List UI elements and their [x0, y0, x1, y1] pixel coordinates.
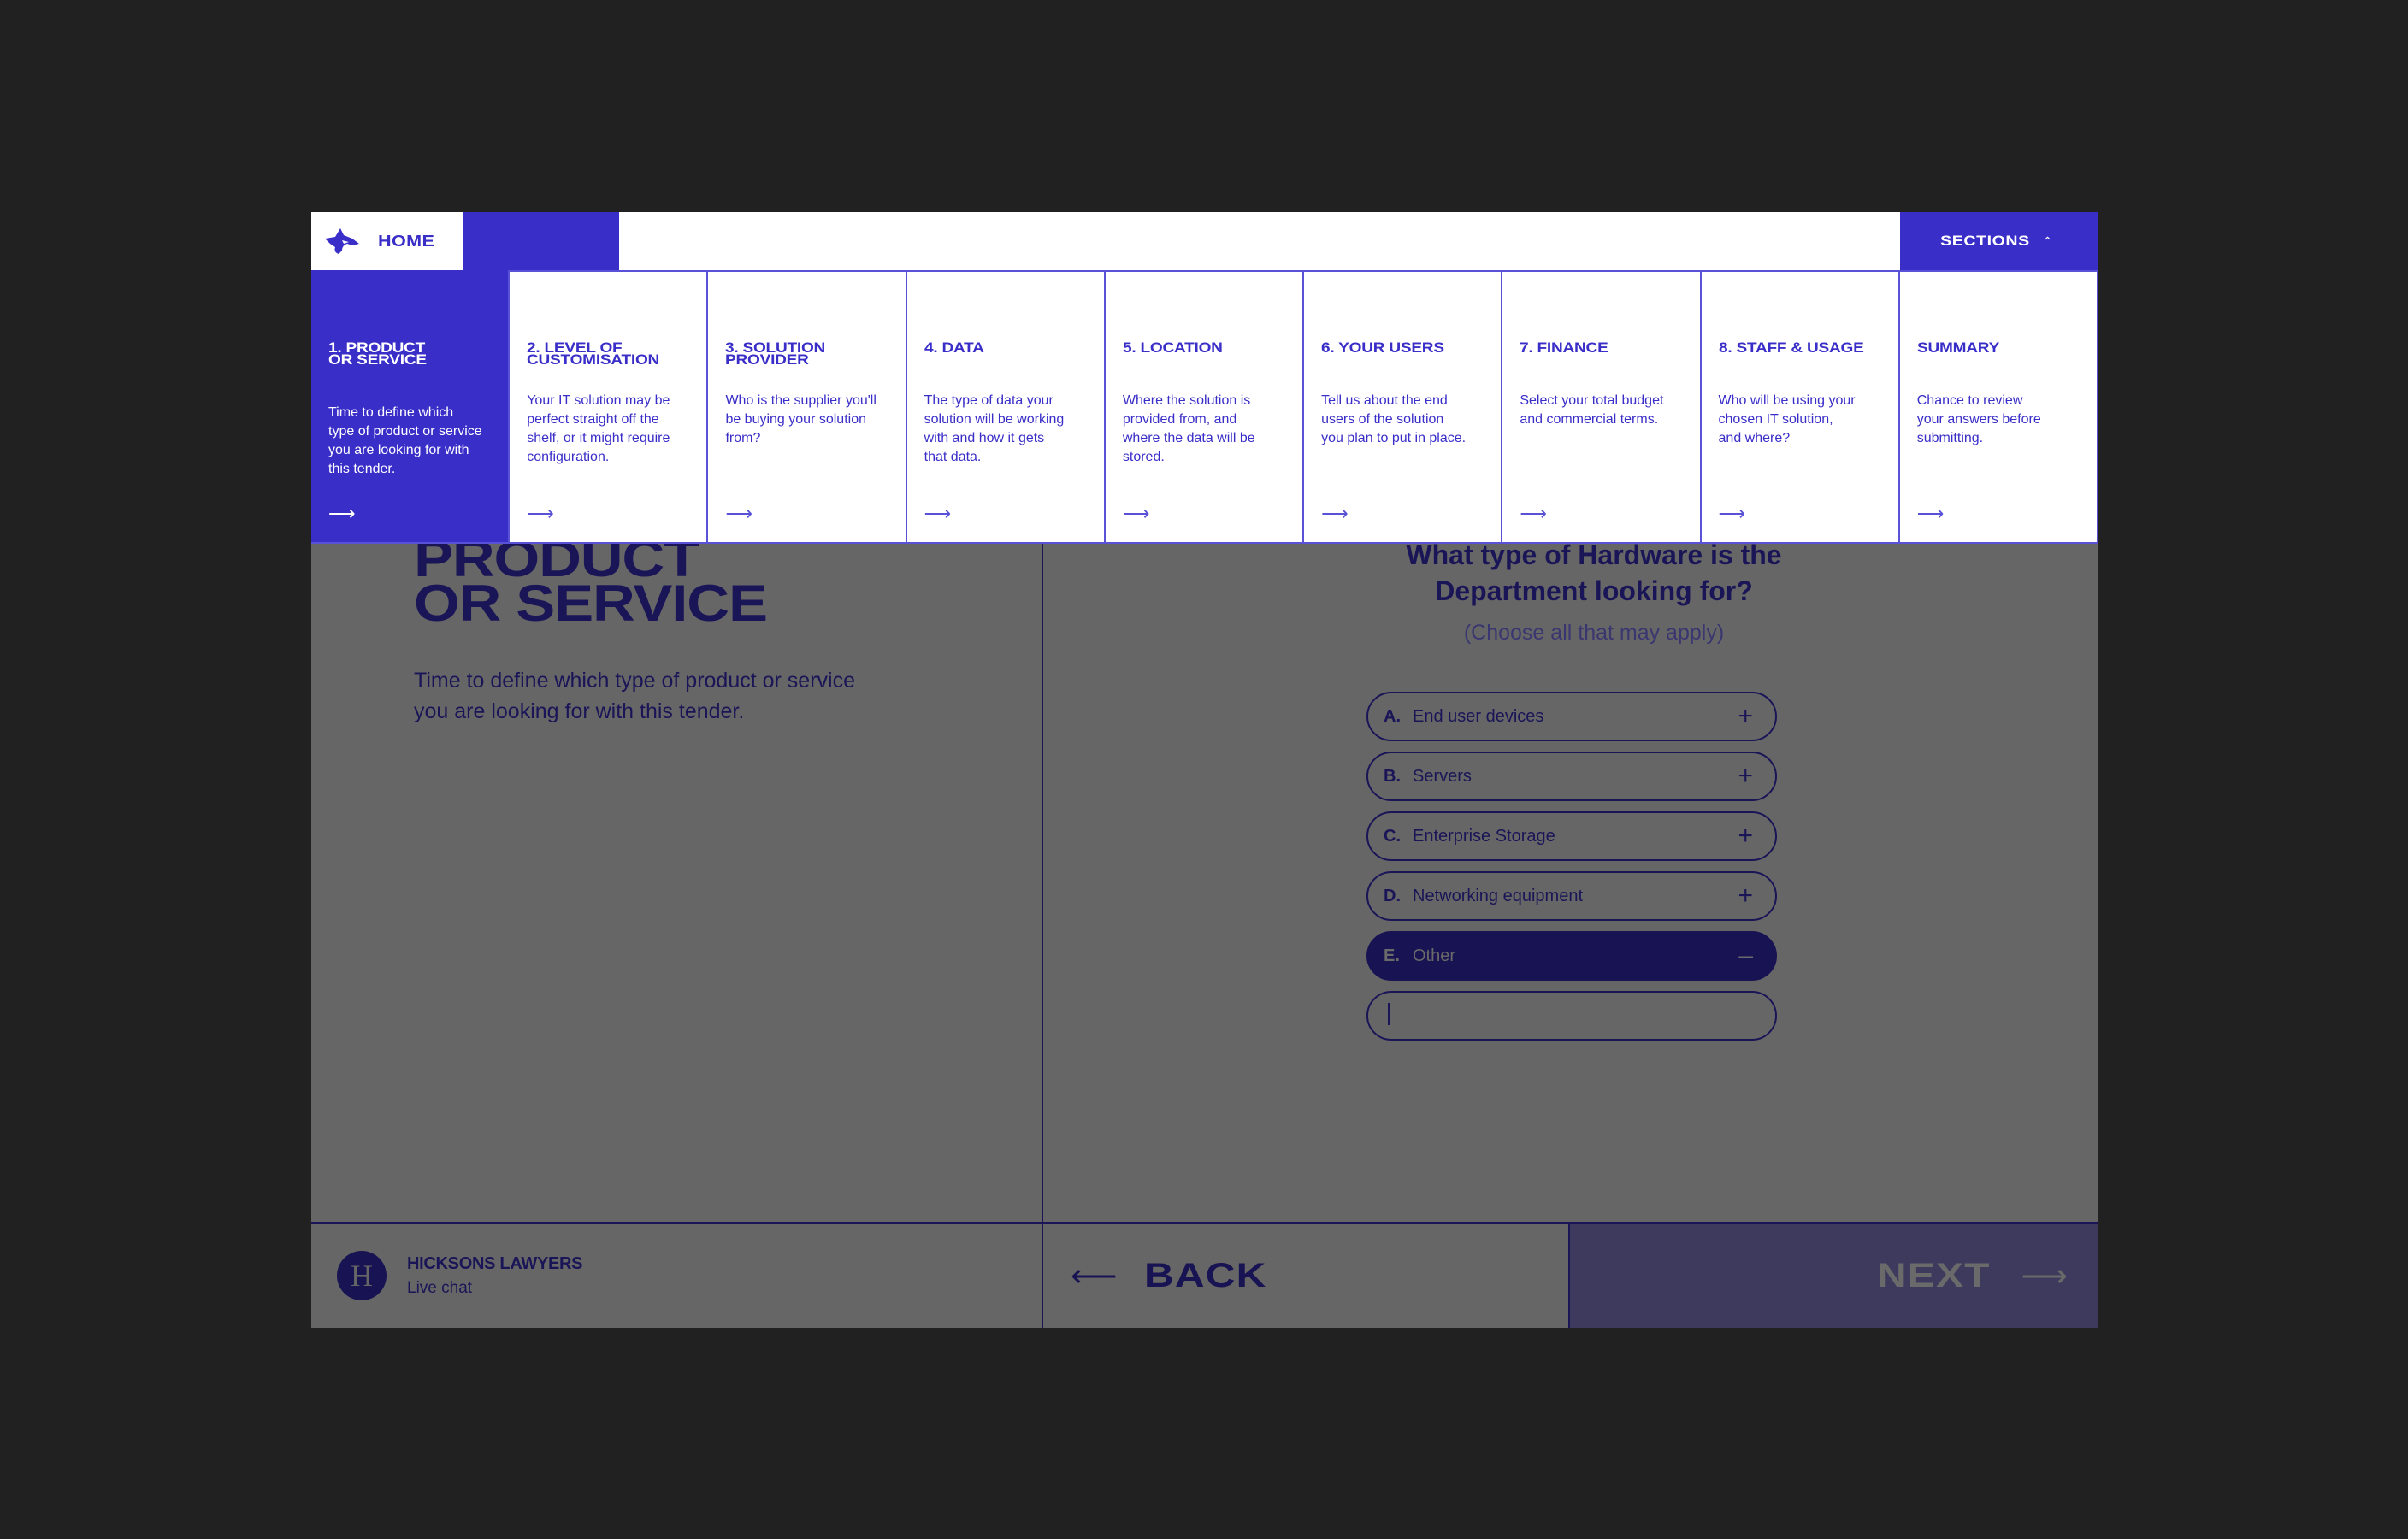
back-button[interactable]: ⟵ BACK	[1042, 1224, 1568, 1328]
answer-options: A. End user devices + B. Servers + C. En…	[1366, 692, 1777, 1041]
section-title: SUMMARY	[1916, 339, 1999, 356]
option-letter: D.	[1384, 886, 1401, 905]
question-text: What type of Hardware is the Department …	[1406, 540, 1782, 606]
wolf-logo-icon	[325, 228, 359, 254]
back-label: BACK	[1144, 1256, 1267, 1294]
other-text-input[interactable]	[1366, 991, 1777, 1041]
header-accent-block	[463, 212, 619, 270]
option-letter: A.	[1384, 706, 1401, 726]
section-title: 7. FINANCE	[1520, 339, 1608, 356]
plus-icon: +	[1738, 882, 1753, 910]
arrow-right-icon: ⟶	[1321, 503, 1349, 524]
section-tab-location[interactable]: 5. LOCATION Where the solution is provid…	[1103, 270, 1303, 542]
section-description: Tell us about the end users of the solut…	[1321, 393, 1467, 445]
top-bar: HOME SECTIONS ⌃	[311, 212, 2098, 270]
option-other[interactable]: E. Other –	[1366, 931, 1777, 981]
option-enterprise-storage[interactable]: C. Enterprise Storage +	[1366, 811, 1777, 861]
page-description: Time to define which type of product or …	[414, 669, 855, 723]
home-label: HOME	[378, 232, 435, 250]
section-description: Who is the supplier you'll be buying you…	[725, 393, 876, 445]
plus-icon: +	[1738, 822, 1753, 850]
live-chat-widget[interactable]: H HICKSONS LAWYERS Live chat	[337, 1251, 583, 1300]
chat-firm-name: HICKSONS LAWYERS	[407, 1253, 583, 1273]
arrow-right-icon: ⟶	[1718, 503, 1746, 524]
option-label: Enterprise Storage	[1413, 826, 1555, 846]
question-hint: (Choose all that may apply)	[1463, 621, 1725, 645]
sections-label: SECTIONS	[1939, 233, 2030, 249]
option-label: Other	[1413, 946, 1456, 965]
section-tab-solution-provider[interactable]: 3. SOLUTION PROVIDER Who is the supplier…	[706, 270, 906, 542]
section-tab-level-of-customisation[interactable]: 2. LEVEL OF CUSTOMISATION Your IT soluti…	[508, 270, 707, 542]
section-tab-data[interactable]: 4. DATA The type of data your solution w…	[905, 270, 1104, 542]
app-window: PRODUCT OR SERVICE Time to define which …	[311, 212, 2098, 1328]
option-label: End user devices	[1413, 706, 1544, 726]
arrow-right-icon: ⟶	[725, 503, 752, 524]
section-description: Time to define which type of product or …	[328, 405, 482, 476]
section-description: Your IT solution may be perfect straight…	[527, 393, 670, 464]
option-servers[interactable]: B. Servers +	[1366, 752, 1777, 801]
section-tab-staff-and-usage[interactable]: 8. STAFF & USAGE Who will be using your …	[1699, 270, 1898, 542]
section-tab-finance[interactable]: 7. FINANCE Select your total budget and …	[1501, 270, 1700, 542]
plus-icon: +	[1738, 702, 1753, 730]
section-description: Who will be using your chosen IT solutio…	[1718, 393, 1856, 445]
option-label: Servers	[1413, 766, 1472, 786]
sections-toggle-button[interactable]: SECTIONS ⌃	[1900, 212, 2098, 270]
section-description: Chance to review your answers before sub…	[1916, 393, 2041, 445]
sections-menu: 1. PRODUCT OR SERVICE Time to define whi…	[311, 270, 2098, 544]
arrow-right-icon: ⟶	[527, 503, 554, 524]
home-link[interactable]: HOME	[311, 212, 463, 270]
section-description: Select your total budget and commercial …	[1520, 393, 1664, 427]
page-title: PRODUCT OR SERVICE	[414, 530, 768, 632]
next-button[interactable]: NEXT ⟶	[1568, 1224, 2098, 1328]
section-tab-summary[interactable]: SUMMARY Chance to review your answers be…	[1897, 270, 2098, 542]
section-tab-your-users[interactable]: 6. YOUR USERS Tell us about the end user…	[1302, 270, 1502, 542]
section-title: 2. LEVEL OF CUSTOMISATION	[527, 339, 660, 368]
section-title: 3. SOLUTION PROVIDER	[725, 339, 826, 368]
option-letter: E.	[1384, 946, 1400, 965]
section-description: Where the solution is provided from, and…	[1122, 393, 1255, 464]
section-description: The type of data your solution will be w…	[924, 393, 1065, 464]
section-title: 4. DATA	[924, 339, 984, 356]
section-title: 1. PRODUCT OR SERVICE	[328, 339, 427, 368]
arrow-right-icon: ⟶	[328, 503, 356, 524]
option-label: Networking equipment	[1413, 886, 1583, 905]
arrow-right-icon: ⟶	[2021, 1258, 2068, 1294]
option-letter: B.	[1384, 766, 1401, 786]
arrow-right-icon: ⟶	[1122, 503, 1150, 524]
arrow-right-icon: ⟶	[1916, 503, 1945, 524]
arrow-right-icon: ⟶	[1520, 503, 1547, 524]
firm-logo-avatar: H	[337, 1251, 387, 1300]
section-tab-product-or-service[interactable]: 1. PRODUCT OR SERVICE Time to define whi…	[311, 270, 509, 542]
option-end-user-devices[interactable]: A. End user devices +	[1366, 692, 1777, 741]
section-title: 5. LOCATION	[1122, 339, 1223, 356]
minus-icon: –	[1738, 941, 1753, 970]
option-networking-equipment[interactable]: D. Networking equipment +	[1366, 871, 1777, 921]
chat-status: Live chat	[407, 1278, 473, 1297]
chevron-up-icon: ⌃	[2042, 233, 2053, 248]
section-title: 8. STAFF & USAGE	[1718, 339, 1864, 356]
arrow-right-icon: ⟶	[924, 503, 952, 524]
section-title: 6. YOUR USERS	[1321, 339, 1444, 356]
plus-icon: +	[1738, 762, 1753, 790]
next-label: NEXT	[1876, 1256, 1991, 1294]
arrow-left-icon: ⟵	[1071, 1258, 1118, 1294]
text-caret	[1388, 1003, 1390, 1025]
option-letter: C.	[1384, 826, 1401, 846]
footer-bar: H HICKSONS LAWYERS Live chat ⟵ BACK NEXT…	[311, 1222, 2098, 1328]
